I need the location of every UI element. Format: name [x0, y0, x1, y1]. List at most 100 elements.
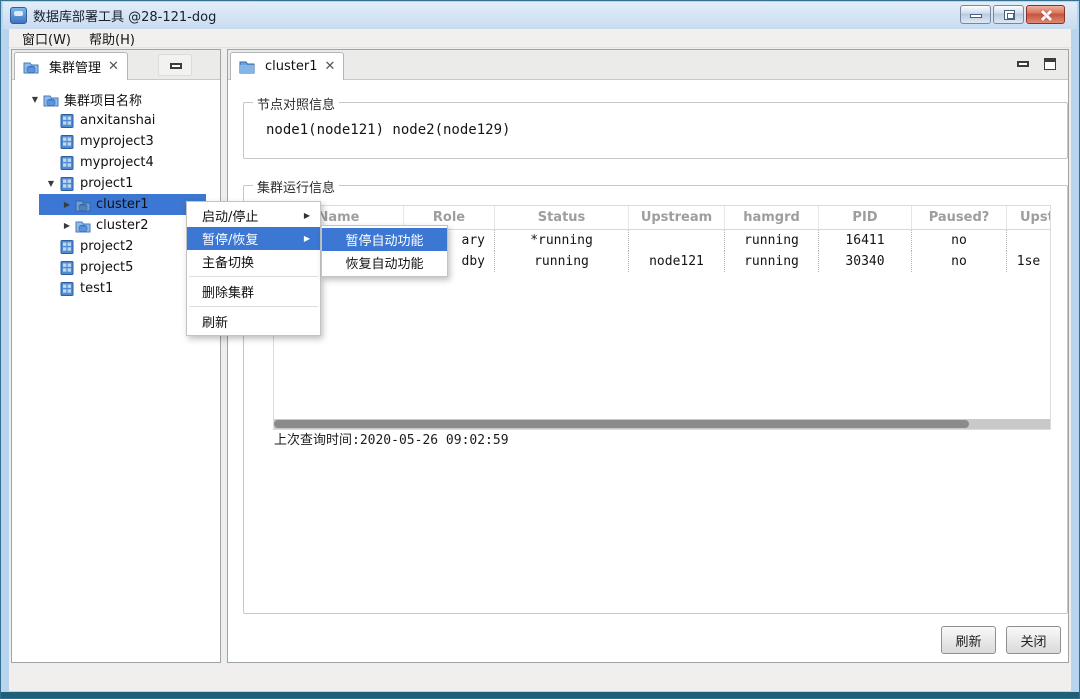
- menu-window[interactable]: 窗口(W): [13, 28, 80, 49]
- project-icon: [59, 239, 75, 255]
- tab-close-icon[interactable]: ✕: [324, 59, 335, 74]
- tree-item-myproject4[interactable]: myproject4: [13, 152, 219, 173]
- menu-item-delete-cluster[interactable]: 删除集群: [187, 280, 320, 303]
- window-controls: [958, 5, 1065, 24]
- cell-hamgrd: running: [724, 230, 818, 251]
- project-icon: [59, 281, 75, 297]
- cell-hamgrd: running: [724, 251, 818, 272]
- tree-item-label: myproject3: [80, 134, 154, 149]
- view-maximize-button[interactable]: [1042, 56, 1058, 72]
- submenu-arrow-icon: ▶: [304, 234, 310, 243]
- column-header-upst-clipped[interactable]: Upst: [1006, 206, 1050, 229]
- project-icon: [59, 260, 75, 276]
- tree-item-label: test1: [80, 281, 113, 296]
- view-maximize-icon: [1044, 58, 1056, 70]
- collapse-arrow-icon[interactable]: ▼: [43, 179, 59, 188]
- menu-item-refresh[interactable]: 刷新: [187, 310, 320, 333]
- last-query-time: 上次查询时间:2020-05-26 09:02:59: [274, 429, 509, 448]
- project-icon: [59, 134, 75, 150]
- submenu-item-label: 暂停自动功能: [345, 230, 423, 249]
- tree-item-label: project2: [80, 239, 133, 254]
- column-header-hamgrd[interactable]: hamgrd: [724, 206, 818, 229]
- column-header-status[interactable]: Status: [494, 206, 628, 229]
- node-info-group-title: 节点对照信息: [253, 94, 339, 113]
- cluster-icon: [23, 59, 39, 75]
- tab-cluster-management[interactable]: 集群管理 ✕: [14, 52, 128, 80]
- menu-help[interactable]: 帮助(H): [80, 28, 144, 49]
- editor-button-row: 刷新 关闭: [941, 626, 1061, 654]
- close-editor-button[interactable]: 关闭: [1006, 626, 1061, 654]
- project-icon: [59, 176, 75, 192]
- node-info-content: node1(node121) node2(node129): [266, 122, 510, 138]
- tab-label: 集群管理: [49, 57, 101, 76]
- cell-upst: 1se: [1006, 251, 1050, 272]
- menu-item-start-stop[interactable]: 启动/停止 ▶: [187, 204, 320, 227]
- tree-item-label: project1: [80, 176, 133, 191]
- cell-upstream: [628, 230, 724, 251]
- view-minimize-icon: [1017, 61, 1029, 67]
- cell-pid: 30340: [818, 251, 911, 272]
- view-minimize-button[interactable]: [1016, 56, 1032, 72]
- cluster-management-view: 集群管理 ✕ ▼ 集群项目名称 anxitanshai: [11, 49, 221, 663]
- cluster-context-menu: 启动/停止 ▶ 暂停/恢复 ▶ 主备切换 删除集群 刷新: [186, 201, 321, 336]
- cell-status: running: [494, 251, 628, 272]
- folder-icon: [239, 59, 255, 75]
- submenu-item-resume-auto[interactable]: 恢复自动功能: [322, 251, 447, 274]
- menu-separator: [189, 276, 318, 277]
- tree-item-root[interactable]: ▼ 集群项目名称: [13, 89, 219, 110]
- column-header-paused[interactable]: Paused?: [911, 206, 1006, 229]
- editor-view-buttons: [1016, 56, 1058, 72]
- column-header-pid[interactable]: PID: [818, 206, 911, 229]
- view-minimize-icon: [170, 63, 182, 69]
- app-window: 数据库部署工具 @28-121-dog 窗口(W) 帮助(H) 集群管理 ✕: [0, 0, 1080, 699]
- menu-item-pause-resume[interactable]: 暂停/恢复 ▶: [187, 227, 320, 250]
- minimize-icon: [970, 14, 982, 18]
- tree-item-myproject3[interactable]: myproject3: [13, 131, 219, 152]
- tree-item-label: project5: [80, 260, 133, 275]
- menu-separator: [189, 306, 318, 307]
- column-header-upstream[interactable]: Upstream: [628, 206, 724, 229]
- menubar: 窗口(W) 帮助(H): [9, 29, 1071, 48]
- close-icon: [1040, 9, 1052, 21]
- horizontal-scrollbar[interactable]: [274, 419, 1050, 429]
- cluster-folder-icon: [43, 92, 59, 108]
- cell-paused: no: [911, 251, 1006, 272]
- tree-item-label: 集群项目名称: [64, 90, 142, 109]
- cell-upstream: node121: [628, 251, 724, 272]
- submenu-arrow-icon: ▶: [304, 211, 310, 220]
- cluster1-editor-view: cluster1 ✕ 节点对照信息 node1(node121) node2(n…: [227, 49, 1069, 663]
- menu-item-label: 主备切换: [202, 252, 254, 271]
- cell-status: *running: [494, 230, 628, 251]
- cluster-tree: ▼ 集群项目名称 anxitanshai myproject3 myprojec…: [13, 89, 219, 661]
- minimize-button[interactable]: [960, 5, 991, 24]
- tab-close-icon[interactable]: ✕: [108, 59, 119, 74]
- tab-cluster1[interactable]: cluster1 ✕: [230, 52, 344, 80]
- expand-arrow-icon[interactable]: ▶: [59, 221, 75, 230]
- tree-item-anxitanshai[interactable]: anxitanshai: [13, 110, 219, 131]
- workbench: 集群管理 ✕ ▼ 集群项目名称 anxitanshai: [9, 48, 1071, 664]
- cell-paused: no: [911, 230, 1006, 251]
- cluster-view-tabrow: 集群管理 ✕: [12, 50, 220, 80]
- window-title: 数据库部署工具 @28-121-dog: [33, 6, 216, 25]
- menu-item-label: 删除集群: [202, 282, 254, 301]
- restore-icon: [1004, 10, 1015, 20]
- cell-upst: [1006, 230, 1050, 251]
- titlebar: 数据库部署工具 @28-121-dog: [3, 2, 1077, 29]
- scrollbar-thumb[interactable]: [274, 420, 969, 428]
- close-button[interactable]: [1026, 5, 1065, 24]
- tree-item-label: cluster1: [96, 197, 148, 212]
- node-info-group: 节点对照信息 node1(node121) node2(node129): [243, 102, 1068, 159]
- collapse-arrow-icon[interactable]: ▼: [27, 95, 43, 104]
- cluster-folder-icon: [75, 218, 91, 234]
- tree-item-project1[interactable]: ▼ project1: [13, 173, 219, 194]
- expand-arrow-icon[interactable]: ▶: [59, 200, 75, 209]
- statusbar: [9, 664, 1071, 691]
- project-icon: [59, 155, 75, 171]
- cluster-folder-icon: [75, 197, 91, 213]
- restore-button[interactable]: [993, 5, 1024, 24]
- project-icon: [59, 113, 75, 129]
- submenu-item-pause-auto[interactable]: 暂停自动功能: [322, 228, 447, 251]
- menu-item-switchover[interactable]: 主备切换: [187, 250, 320, 273]
- refresh-button[interactable]: 刷新: [941, 626, 996, 654]
- view-minimize-button[interactable]: [158, 54, 192, 76]
